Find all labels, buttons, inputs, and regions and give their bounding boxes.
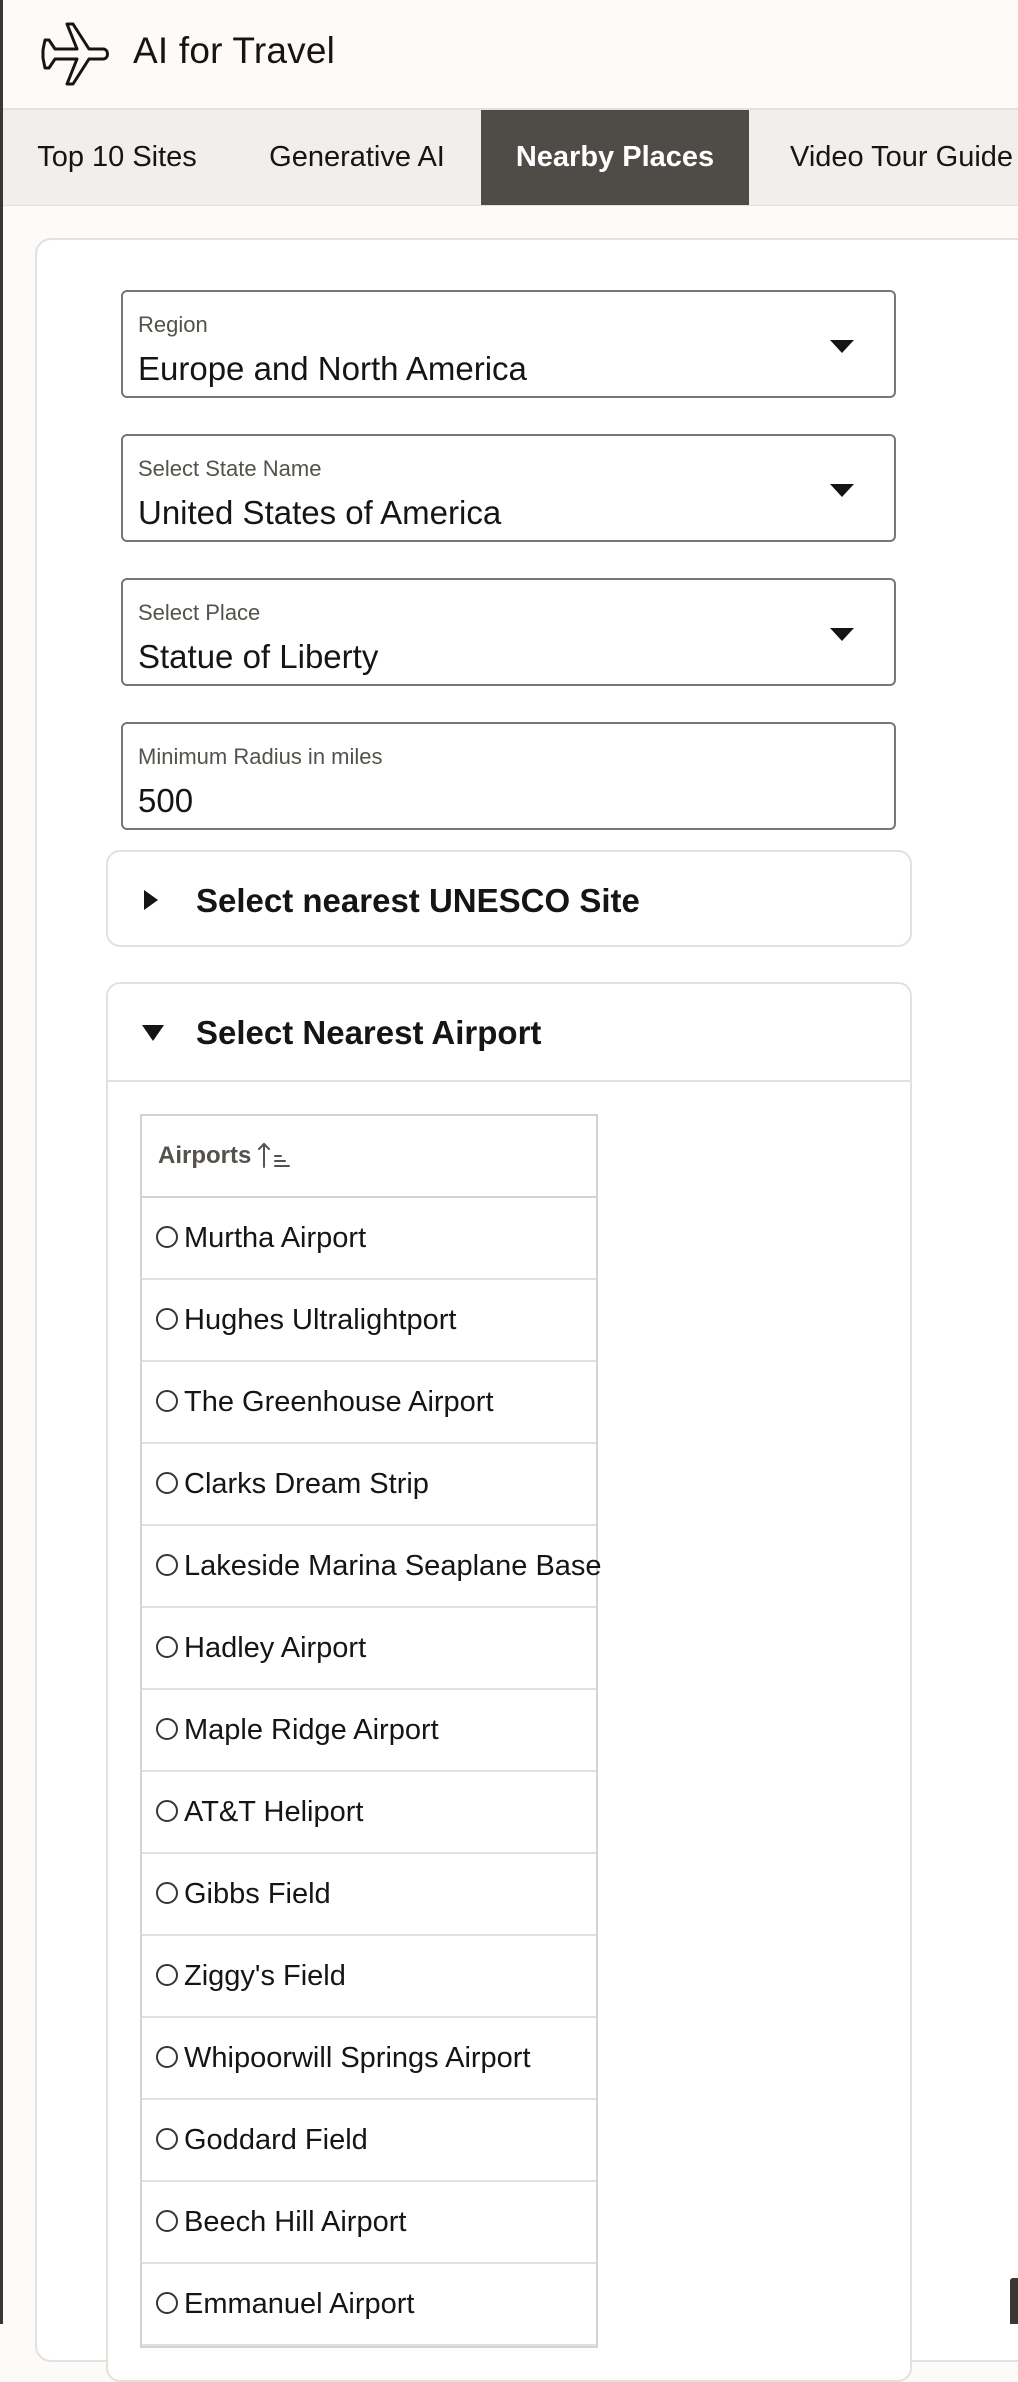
airport-name: Hadley Airport xyxy=(184,1632,367,1664)
radio-button[interactable] xyxy=(156,1554,178,1576)
table-row[interactable]: Beech Hill Airport xyxy=(142,2182,596,2264)
airport-name: Lakeside Marina Seaplane Base xyxy=(184,1550,602,1582)
radio-button[interactable] xyxy=(156,2292,178,2314)
table-row[interactable]: Lakeside Marina Seaplane Base xyxy=(142,1526,602,1608)
tab-generative-ai[interactable]: Generative AI xyxy=(231,110,483,205)
table-row[interactable]: Clarks Dream Strip xyxy=(142,1444,596,1526)
tab-nearby-places[interactable]: Nearby Places xyxy=(481,110,749,205)
app-title: AI for Travel xyxy=(133,30,336,71)
airports-table: Airports Murtha Airport Hughes Ultralight… xyxy=(140,1114,602,2348)
airports-table-body: Murtha Airport Hughes Ultralightport The G… xyxy=(142,1198,602,2346)
place-select[interactable]: Select Place Statue of Liberty xyxy=(121,578,896,686)
airport-section-toggle[interactable]: Select Nearest Airport xyxy=(108,984,910,1080)
radio-button[interactable] xyxy=(156,1964,178,1986)
sort-ascending-icon[interactable] xyxy=(256,1140,292,1170)
tab-bar: Top 10 Sites Generative AI Nearby Places… xyxy=(3,110,1018,206)
airport-name: Maple Ridge Airport xyxy=(184,1714,439,1746)
airplane-icon xyxy=(41,22,109,86)
radio-button[interactable] xyxy=(156,2128,178,2150)
table-row[interactable]: Maple Ridge Airport xyxy=(142,1690,596,1772)
unesco-section-title: Select nearest UNESCO Site xyxy=(196,882,640,919)
app-header: AI for Travel xyxy=(3,0,1018,110)
airport-name: Whipoorwill Springs Airport xyxy=(184,2042,531,2074)
airport-name: Beech Hill Airport xyxy=(184,2206,407,2238)
radio-button[interactable] xyxy=(156,1308,178,1330)
airport-name: The Greenhouse Airport xyxy=(184,1386,494,1418)
table-row[interactable]: Ziggy's Field xyxy=(142,1936,596,2018)
radio-button[interactable] xyxy=(156,1882,178,1904)
radio-button[interactable] xyxy=(156,1472,178,1494)
airport-name: Hughes Ultralightport xyxy=(184,1304,457,1336)
radio-button[interactable] xyxy=(156,1636,178,1658)
table-row[interactable]: Hadley Airport xyxy=(142,1608,596,1690)
tab-video-tour-guide[interactable]: Video Tour Guide xyxy=(749,110,1018,205)
tab-top-10-sites[interactable]: Top 10 Sites xyxy=(3,110,231,205)
state-select[interactable]: Select State Name United States of Ameri… xyxy=(121,434,896,542)
airport-section-title: Select Nearest Airport xyxy=(196,1014,542,1051)
radio-button[interactable] xyxy=(156,2046,178,2068)
chevron-down-icon[interactable] xyxy=(830,484,854,497)
unesco-section-toggle[interactable]: Select nearest UNESCO Site xyxy=(108,852,910,948)
radio-button[interactable] xyxy=(156,1226,178,1248)
place-label: Select Place xyxy=(138,600,261,625)
chevron-down-icon[interactable] xyxy=(830,628,854,641)
region-value: Europe and North America xyxy=(138,350,527,387)
table-row[interactable]: Hughes Ultralightport xyxy=(142,1280,596,1362)
table-row[interactable]: Emmanuel Airport xyxy=(142,2264,596,2346)
airports-column-label: Airports xyxy=(158,1142,252,1169)
chevron-down-icon[interactable] xyxy=(830,340,854,353)
airport-name: Clarks Dream Strip xyxy=(184,1468,429,1500)
collapse-triangle-icon xyxy=(142,1025,164,1041)
state-label: Select State Name xyxy=(138,456,322,481)
scrollbar-thumb[interactable] xyxy=(1010,2278,1018,2324)
region-label: Region xyxy=(138,312,208,337)
table-row[interactable]: AT&T Heliport xyxy=(142,1772,596,1854)
table-row[interactable]: Murtha Airport xyxy=(142,1198,596,1280)
window-edge xyxy=(0,0,3,2324)
radio-button[interactable] xyxy=(156,2210,178,2232)
table-row[interactable]: Gibbs Field xyxy=(142,1854,596,1936)
radio-button[interactable] xyxy=(156,1800,178,1822)
airport-name: Emmanuel Airport xyxy=(184,2288,415,2320)
section-divider xyxy=(108,1080,910,1082)
airport-name: AT&T Heliport xyxy=(184,1796,364,1828)
table-row[interactable]: Goddard Field xyxy=(142,2100,596,2182)
airport-section: Select Nearest Airport Airports Murtha A… xyxy=(106,982,912,2382)
table-row[interactable]: Whipoorwill Springs Airport xyxy=(142,2018,596,2100)
airport-name: Goddard Field xyxy=(184,2124,368,2156)
radius-input[interactable]: Minimum Radius in miles 500 xyxy=(121,722,896,830)
state-value: United States of America xyxy=(138,494,502,531)
nearby-places-panel: Region Europe and North America Select S… xyxy=(35,238,1018,2382)
airport-name: Ziggy's Field xyxy=(184,1960,346,1992)
table-row[interactable]: The Greenhouse Airport xyxy=(142,1362,596,1444)
airport-name: Gibbs Field xyxy=(184,1878,331,1910)
radio-button[interactable] xyxy=(156,1718,178,1740)
radio-button[interactable] xyxy=(156,1390,178,1412)
airports-column-header[interactable]: Airports xyxy=(142,1116,596,1198)
place-value: Statue of Liberty xyxy=(138,638,379,675)
region-select[interactable]: Region Europe and North America xyxy=(121,290,896,398)
airport-name: Murtha Airport xyxy=(184,1222,367,1254)
radius-value[interactable]: 500 xyxy=(138,782,193,820)
radius-label: Minimum Radius in miles xyxy=(138,744,383,769)
expand-triangle-icon xyxy=(144,890,158,910)
unesco-section: Select nearest UNESCO Site xyxy=(106,850,912,947)
